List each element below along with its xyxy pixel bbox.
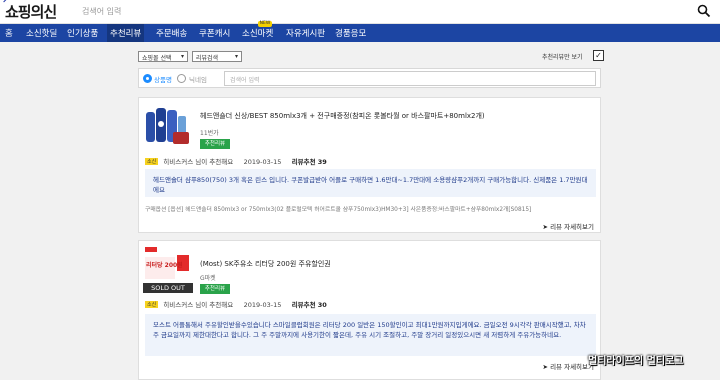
review-search-select[interactable]: 리뷰검색 ▾ <box>192 51 242 62</box>
product-title[interactable]: (Most) SK주유소 리터당 200원 주유할인권 <box>200 259 331 269</box>
watermark: 멀티라이프의 멀티로그 <box>588 356 684 367</box>
product-shop: 11번가 <box>200 130 219 137</box>
purchase-option: 구매옵션 [옵션] 헤드앤숄더 850mlx3 or 750mlx3(02 플로… <box>145 207 532 213</box>
site-logo[interactable]: ↗ 쇼핑의신 <box>2 0 57 22</box>
nav-popular[interactable]: 인기상품 <box>67 27 98 39</box>
user-tag: 소신 <box>145 158 159 165</box>
review-meta: 소신 히비스커스 님이 추천해요 2019-03-15 리뷰추천 30 <box>145 299 327 309</box>
radio-product-name[interactable] <box>143 74 152 83</box>
recommended-badge: 추천리뷰 <box>200 139 230 149</box>
nav-giveaway[interactable]: 경품응모 <box>335 27 366 39</box>
review-date: 2019-03-15 <box>243 158 282 166</box>
reviewer-name[interactable]: 히비스커스 <box>163 301 193 309</box>
reviewer-name[interactable]: 히비스커스 <box>163 158 193 166</box>
reviewer-suffix: 님이 추천해요 <box>195 301 234 309</box>
user-tag: 소신 <box>145 301 159 308</box>
nav-orders[interactable]: 주문배송 <box>156 27 187 39</box>
logo-mark-icon: ↗ <box>2 0 9 6</box>
nav-hot-deal[interactable]: 소신핫딜 <box>26 27 57 39</box>
recommended-badge: 추천리뷰 <box>200 284 230 294</box>
review-select-label: 리뷰검색 <box>196 55 219 62</box>
search-row: 상품명 닉네임 검색어 입력 <box>138 68 601 88</box>
review-search-input[interactable]: 검색어 입력 <box>224 71 596 86</box>
product-thumbnail[interactable]: 리터당 200원 SOLD OUT <box>143 245 193 293</box>
nav-market[interactable]: 소신마켓 <box>242 27 273 39</box>
recommended-only-label: 추천리뷰만 보기 <box>542 54 583 61</box>
review-card: 헤드앤숄더 신상/BEST 850mlx3개 + 전구매증정(참피온 롯볼타월 … <box>138 97 601 233</box>
rec-label: 리뷰추천 <box>291 301 316 309</box>
reviewer-suffix: 님이 추천해요 <box>195 158 234 166</box>
shop-select[interactable]: 쇼핑몰 선택 ▾ <box>138 51 188 62</box>
coupon-image-text: 리터당 200원 <box>146 262 183 269</box>
radio-product-label: 상품명 <box>154 76 172 84</box>
top-search-input[interactable]: 검색어 입력 <box>82 6 121 17</box>
radio-nickname[interactable] <box>177 74 186 83</box>
review-more-link[interactable]: ➤ 리뷰 자세히보기 <box>543 361 594 371</box>
review-more-link[interactable]: ➤ 리뷰 자세히보기 <box>543 221 594 231</box>
chevron-down-icon: ▾ <box>234 53 238 60</box>
recommended-only-checkbox[interactable]: ✓ <box>593 50 604 61</box>
nav-coupon-cash[interactable]: 쿠폰캐시 <box>199 27 230 39</box>
nav-recommended-reviews[interactable]: 추천리뷰 <box>107 24 145 42</box>
new-badge: NEW <box>258 21 272 27</box>
sold-out-label: SOLD OUT <box>143 283 193 293</box>
nav-free-board[interactable]: 자유게시판 <box>286 27 325 39</box>
main-nav: 홈 소신핫딜 인기상품 추천리뷰 주문배송 쿠폰캐시 소신마켓 NEW 자유게시… <box>0 21 720 42</box>
rec-count: 39 <box>317 158 327 166</box>
review-more-label: 리뷰 자세히보기 <box>550 223 594 231</box>
review-meta: 소신 히비스커스 님이 추천해요 2019-03-15 리뷰추천 39 <box>145 156 327 166</box>
logo-text: 쇼핑의신 <box>5 3 57 21</box>
top-bar: ↗ 쇼핑의신 검색어 입력 <box>0 0 720 24</box>
nav-home[interactable]: 홈 <box>5 27 13 39</box>
radio-nickname-label: 닉네임 <box>189 76 207 84</box>
circle-arrow-icon: ➤ <box>542 223 548 231</box>
circle-arrow-icon: ➤ <box>542 363 548 371</box>
product-shop: G마켓 <box>200 275 216 282</box>
product-title[interactable]: 헤드앤숄더 신상/BEST 850mlx3개 + 전구매증정(참피온 롯볼타월 … <box>200 111 485 121</box>
review-card: 리터당 200원 SOLD OUT (Most) SK주유소 리터당 200원 … <box>138 240 601 380</box>
review-body: 모스트 어플통해서 주유할인받을수있습니다 스마일클럽회원은 리터당 200 일… <box>145 314 596 356</box>
rec-label: 리뷰추천 <box>291 158 316 166</box>
shop-select-label: 쇼핑몰 선택 <box>142 55 172 62</box>
review-body: 헤드앤숄더 샴푸850(750) 3개 혹은 린스 입니다. 쿠폰발급받아 어플… <box>145 169 596 197</box>
chevron-down-icon: ▾ <box>180 53 184 60</box>
review-date: 2019-03-15 <box>243 301 282 309</box>
rec-count: 30 <box>317 301 327 309</box>
search-icon[interactable] <box>697 4 711 18</box>
product-thumbnail[interactable] <box>143 102 193 150</box>
